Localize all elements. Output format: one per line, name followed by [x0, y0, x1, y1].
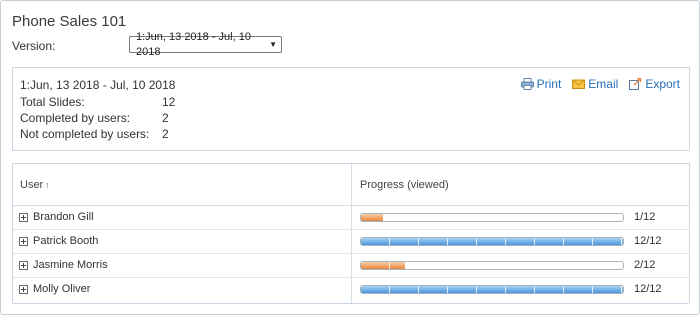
progress-bar — [360, 237, 624, 246]
progress-count: 12/12 — [634, 283, 662, 295]
total-slides-label: Total Slides: — [20, 95, 85, 109]
sort-asc-icon: ↑ — [45, 180, 50, 190]
export-icon — [629, 78, 642, 90]
progress-bar-fill — [361, 214, 383, 221]
envelope-icon — [572, 79, 586, 89]
print-label: Print — [536, 77, 562, 91]
completed-value: 2 — [162, 111, 169, 125]
progress-bar — [360, 285, 624, 294]
column-header-user-label: User — [20, 179, 44, 191]
page-title: Phone Sales 101 — [12, 13, 127, 30]
table-row: Patrick Booth 12/12 — [13, 230, 689, 254]
progress-bar — [360, 213, 624, 222]
print-link[interactable]: Print — [520, 77, 562, 91]
total-slides-value: 12 — [162, 95, 176, 109]
progress-count: 2/12 — [634, 259, 656, 271]
expand-plus-icon[interactable] — [19, 213, 28, 222]
email-label: Email — [588, 77, 619, 91]
caret-down-icon: ▼ — [269, 40, 277, 49]
version-select-value: 1:Jun, 13 2018 - Jul, 10 2018 — [136, 30, 251, 58]
not-completed-value: 2 — [162, 127, 169, 141]
export-link[interactable]: Export — [629, 77, 680, 91]
summary-box: 1:Jun, 13 2018 - Jul, 10 2018 Total Slid… — [12, 67, 690, 151]
progress-bar-fill — [361, 286, 623, 293]
table-row: Molly Oliver 12/12 — [13, 278, 689, 302]
printer-icon — [520, 78, 534, 90]
progress-count: 1/12 — [634, 211, 656, 223]
summary-date-range: 1:Jun, 13 2018 - Jul, 10 2018 — [20, 78, 176, 92]
report-panel: Phone Sales 101 Version: 1:Jun, 13 2018 … — [0, 0, 700, 315]
version-label: Version: — [12, 39, 56, 53]
version-select[interactable]: 1:Jun, 13 2018 - Jul, 10 2018 ▼ — [129, 31, 282, 58]
export-label: Export — [645, 77, 680, 91]
user-name: Molly Oliver — [33, 283, 91, 295]
progress-table: User ↑ Progress (viewed) Brandon Gill 1/12… — [12, 163, 690, 304]
table-row: Brandon Gill 1/12 — [13, 206, 689, 230]
summary-actions: Print Email Export — [520, 77, 680, 91]
email-link[interactable]: Email — [572, 77, 618, 91]
table-row: Jasmine Morris 2/12 — [13, 254, 689, 278]
not-completed-label: Not completed by users: — [20, 127, 150, 141]
user-name: Patrick Booth — [33, 235, 99, 247]
user-name: Jasmine Morris — [33, 259, 108, 271]
user-name: Brandon Gill — [33, 211, 94, 223]
progress-bar — [360, 261, 624, 270]
progress-bar-fill — [361, 262, 405, 269]
progress-count: 12/12 — [634, 235, 662, 247]
column-header-progress: Progress (viewed) — [360, 179, 449, 191]
expand-plus-icon[interactable] — [19, 237, 28, 246]
completed-label: Completed by users: — [20, 111, 131, 125]
expand-plus-icon[interactable] — [19, 285, 28, 294]
progress-bar-fill — [361, 238, 623, 245]
expand-plus-icon[interactable] — [19, 261, 28, 270]
column-header-user[interactable]: User ↑ — [20, 179, 50, 191]
